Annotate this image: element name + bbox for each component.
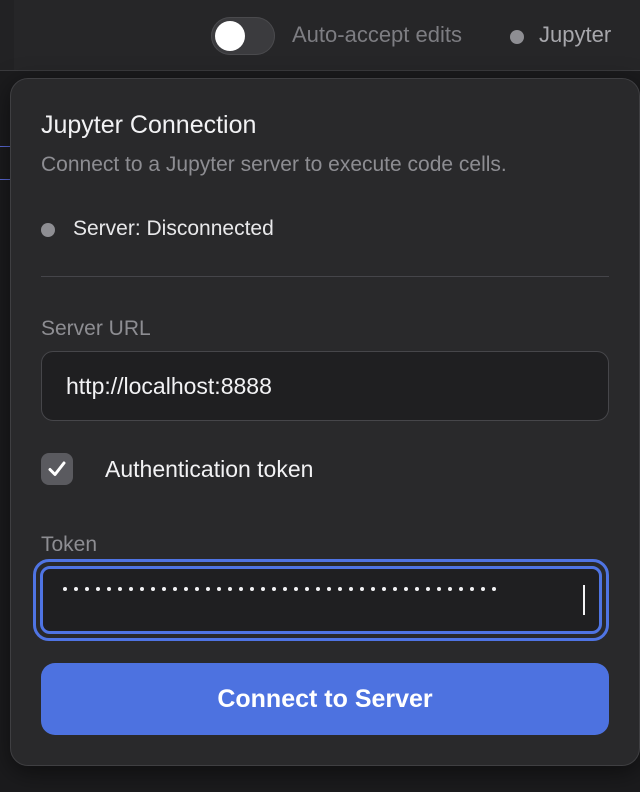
mask-dot bbox=[107, 587, 111, 591]
text-caret bbox=[583, 585, 585, 615]
mask-dot bbox=[140, 587, 144, 591]
token-input[interactable] bbox=[40, 566, 602, 634]
jupyter-connection-popover: Jupyter Connection Connect to a Jupyter … bbox=[10, 78, 640, 766]
mask-dot bbox=[470, 587, 474, 591]
check-icon bbox=[48, 461, 66, 476]
background-selection-edge bbox=[0, 146, 10, 180]
mask-dot bbox=[129, 587, 133, 591]
server-status: Server: Disconnected bbox=[73, 217, 274, 240]
kernel-status-dot-icon bbox=[510, 30, 524, 44]
top-toolbar: Auto-accept edits Jupyter bbox=[0, 0, 640, 71]
mask-dot bbox=[327, 587, 331, 591]
mask-dot bbox=[283, 587, 287, 591]
status-dot-icon bbox=[41, 223, 55, 237]
server-url-label: Server URL bbox=[41, 317, 151, 340]
mask-dot bbox=[393, 587, 397, 591]
mask-dot bbox=[96, 587, 100, 591]
mask-dot bbox=[272, 587, 276, 591]
connect-to-server-button[interactable]: Connect to Server bbox=[41, 663, 609, 735]
mask-dot bbox=[239, 587, 243, 591]
panel-title: Jupyter Connection bbox=[41, 111, 257, 139]
mask-dot bbox=[173, 587, 177, 591]
auth-token-checkbox[interactable] bbox=[41, 453, 73, 485]
mask-dot bbox=[228, 587, 232, 591]
mask-dot bbox=[85, 587, 89, 591]
mask-dot bbox=[448, 587, 452, 591]
mask-dot bbox=[294, 587, 298, 591]
mask-dot bbox=[261, 587, 265, 591]
mask-dot bbox=[404, 587, 408, 591]
toggle-knob bbox=[215, 21, 245, 51]
server-url-input[interactable] bbox=[41, 351, 609, 421]
token-label: Token bbox=[41, 533, 98, 556]
divider bbox=[41, 276, 609, 277]
mask-dot bbox=[195, 587, 199, 591]
mask-dot bbox=[316, 587, 320, 591]
auto-accept-toggle[interactable] bbox=[211, 17, 275, 55]
mask-dot bbox=[63, 587, 67, 591]
mask-dot bbox=[305, 587, 309, 591]
mask-dot bbox=[250, 587, 254, 591]
mask-dot bbox=[360, 587, 364, 591]
mask-dot bbox=[74, 587, 78, 591]
mask-dot bbox=[415, 587, 419, 591]
mask-dot bbox=[338, 587, 342, 591]
mask-dot bbox=[349, 587, 353, 591]
panel-subtitle: Connect to a Jupyter server to execute c… bbox=[41, 153, 507, 176]
mask-dot bbox=[162, 587, 166, 591]
mask-dot bbox=[206, 587, 210, 591]
mask-dot bbox=[118, 587, 122, 591]
mask-dot bbox=[492, 587, 496, 591]
token-focus-ring bbox=[33, 559, 609, 641]
kernel-selector[interactable]: Jupyter bbox=[539, 22, 611, 48]
auto-accept-label: Auto-accept edits bbox=[292, 22, 462, 47]
auth-token-label[interactable]: Authentication token bbox=[105, 456, 313, 483]
token-masked-value bbox=[63, 587, 496, 591]
mask-dot bbox=[151, 587, 155, 591]
mask-dot bbox=[184, 587, 188, 591]
mask-dot bbox=[481, 587, 485, 591]
toolbar-edge bbox=[0, 0, 14, 70]
mask-dot bbox=[217, 587, 221, 591]
mask-dot bbox=[382, 587, 386, 591]
mask-dot bbox=[459, 587, 463, 591]
mask-dot bbox=[426, 587, 430, 591]
mask-dot bbox=[371, 587, 375, 591]
mask-dot bbox=[437, 587, 441, 591]
